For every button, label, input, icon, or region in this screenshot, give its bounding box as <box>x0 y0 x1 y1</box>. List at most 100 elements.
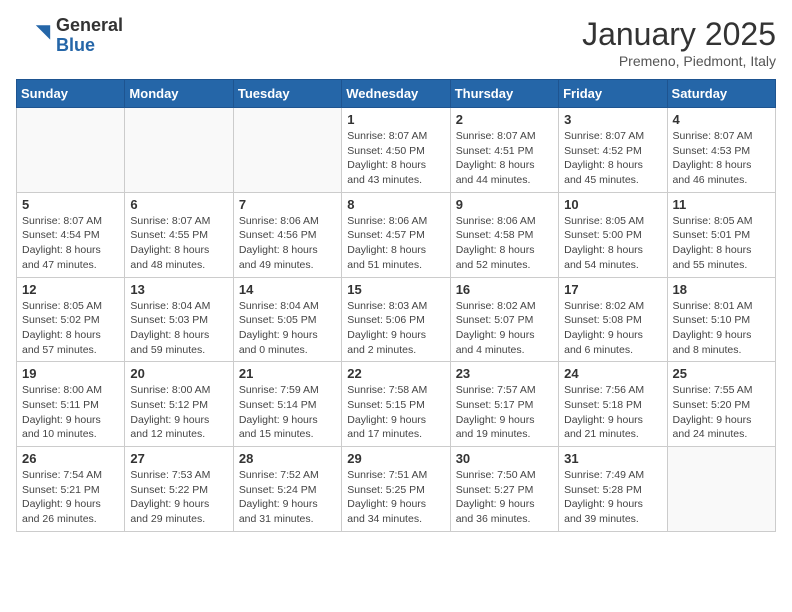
calendar-cell: 12Sunrise: 8:05 AM Sunset: 5:02 PM Dayli… <box>17 277 125 362</box>
day-info: Sunrise: 8:07 AM Sunset: 4:52 PM Dayligh… <box>564 129 661 188</box>
day-number: 13 <box>130 282 227 297</box>
logo-text: General Blue <box>56 16 123 56</box>
day-number: 22 <box>347 366 444 381</box>
logo-icon <box>16 18 52 54</box>
calendar-cell: 24 Sunrise: 7:56 AM Sunset: 5:18 PM Dayli… <box>559 362 667 447</box>
day-info: Sunrise: 7:55 AM Sunset: 5:20 PM Dayligh… <box>673 383 770 442</box>
calendar-cell: 25 Sunrise: 7:55 AM Sunset: 5:20 PM Dayli… <box>667 362 775 447</box>
day-info: Sunrise: 8:05 AM Sunset: 5:02 PM Dayligh… <box>22 299 119 358</box>
day-info: Sunrise: 8:07 AM Sunset: 4:55 PM Dayligh… <box>130 214 227 273</box>
calendar-cell: 9 Sunrise: 8:06 AM Sunset: 4:58 PM Daylig… <box>450 192 558 277</box>
calendar-cell: 5Sunrise: 8:07 AM Sunset: 4:54 PM Daylig… <box>17 192 125 277</box>
day-info: Sunrise: 8:00 AM Sunset: 5:12 PM Dayligh… <box>130 383 227 442</box>
calendar-cell: 19 Sunrise: 8:00 AM Sunset: 5:11 PM Dayli… <box>17 362 125 447</box>
page-header: General Blue January 2025 Premeno, Piedm… <box>16 16 776 69</box>
day-info: Sunrise: 8:03 AM Sunset: 5:06 PM Dayligh… <box>347 299 444 358</box>
calendar-cell <box>667 447 775 532</box>
day-number: 16 <box>456 282 553 297</box>
calendar-cell: 14 Sunrise: 8:04 AM Sunset: 5:05 PM Dayli… <box>233 277 341 362</box>
logo-general: General <box>56 16 123 36</box>
day-info: Sunrise: 7:56 AM Sunset: 5:18 PM Dayligh… <box>564 383 661 442</box>
month-title: January 2025 <box>582 16 776 53</box>
calendar-cell: 16 Sunrise: 8:02 AM Sunset: 5:07 PM Dayli… <box>450 277 558 362</box>
day-number: 24 <box>564 366 661 381</box>
calendar-cell <box>17 108 125 193</box>
calendar-table: SundayMondayTuesdayWednesdayThursdayFrid… <box>16 79 776 532</box>
day-number: 20 <box>130 366 227 381</box>
calendar-cell: 11Sunrise: 8:05 AM Sunset: 5:01 PM Dayli… <box>667 192 775 277</box>
day-info: Sunrise: 7:49 AM Sunset: 5:28 PM Dayligh… <box>564 468 661 527</box>
day-info: Sunrise: 7:59 AM Sunset: 5:14 PM Dayligh… <box>239 383 336 442</box>
day-info: Sunrise: 7:57 AM Sunset: 5:17 PM Dayligh… <box>456 383 553 442</box>
day-info: Sunrise: 7:58 AM Sunset: 5:15 PM Dayligh… <box>347 383 444 442</box>
calendar-cell: 30Sunrise: 7:50 AM Sunset: 5:27 PM Dayli… <box>450 447 558 532</box>
calendar-cell: 4Sunrise: 8:07 AM Sunset: 4:53 PM Daylig… <box>667 108 775 193</box>
day-number: 14 <box>239 282 336 297</box>
calendar-cell: 23 Sunrise: 7:57 AM Sunset: 5:17 PM Dayli… <box>450 362 558 447</box>
day-info: Sunrise: 8:07 AM Sunset: 4:50 PM Dayligh… <box>347 129 444 188</box>
logo-blue: Blue <box>56 36 123 56</box>
day-info: Sunrise: 8:01 AM Sunset: 5:10 PM Dayligh… <box>673 299 770 358</box>
day-number: 4 <box>673 112 770 127</box>
day-info: Sunrise: 8:02 AM Sunset: 5:07 PM Dayligh… <box>456 299 553 358</box>
day-info: Sunrise: 7:51 AM Sunset: 5:25 PM Dayligh… <box>347 468 444 527</box>
day-number: 25 <box>673 366 770 381</box>
calendar-cell: 20 Sunrise: 8:00 AM Sunset: 5:12 PM Dayli… <box>125 362 233 447</box>
calendar-cell: 21 Sunrise: 7:59 AM Sunset: 5:14 PM Dayli… <box>233 362 341 447</box>
day-number: 26 <box>22 451 119 466</box>
col-header-sunday: Sunday <box>17 80 125 108</box>
calendar-cell: 17 Sunrise: 8:02 AM Sunset: 5:08 PM Dayli… <box>559 277 667 362</box>
col-header-friday: Friday <box>559 80 667 108</box>
day-number: 10 <box>564 197 661 212</box>
calendar-cell: 3Sunrise: 8:07 AM Sunset: 4:52 PM Daylig… <box>559 108 667 193</box>
day-number: 17 <box>564 282 661 297</box>
calendar-cell: 22 Sunrise: 7:58 AM Sunset: 5:15 PM Dayli… <box>342 362 450 447</box>
day-number: 15 <box>347 282 444 297</box>
col-header-thursday: Thursday <box>450 80 558 108</box>
location-subtitle: Premeno, Piedmont, Italy <box>582 53 776 69</box>
calendar-cell: 8 Sunrise: 8:06 AM Sunset: 4:57 PM Daylig… <box>342 192 450 277</box>
day-info: Sunrise: 7:52 AM Sunset: 5:24 PM Dayligh… <box>239 468 336 527</box>
day-number: 1 <box>347 112 444 127</box>
calendar-cell: 2 Sunrise: 8:07 AM Sunset: 4:51 PM Daylig… <box>450 108 558 193</box>
day-number: 21 <box>239 366 336 381</box>
day-number: 8 <box>347 197 444 212</box>
day-info: Sunrise: 8:05 AM Sunset: 5:00 PM Dayligh… <box>564 214 661 273</box>
day-info: Sunrise: 8:06 AM Sunset: 4:57 PM Dayligh… <box>347 214 444 273</box>
day-info: Sunrise: 8:00 AM Sunset: 5:11 PM Dayligh… <box>22 383 119 442</box>
day-number: 11 <box>673 197 770 212</box>
day-number: 7 <box>239 197 336 212</box>
day-number: 9 <box>456 197 553 212</box>
day-number: 28 <box>239 451 336 466</box>
calendar-cell: 18 Sunrise: 8:01 AM Sunset: 5:10 PM Dayli… <box>667 277 775 362</box>
col-header-tuesday: Tuesday <box>233 80 341 108</box>
day-info: Sunrise: 8:07 AM Sunset: 4:51 PM Dayligh… <box>456 129 553 188</box>
day-info: Sunrise: 8:02 AM Sunset: 5:08 PM Dayligh… <box>564 299 661 358</box>
calendar-cell: 6Sunrise: 8:07 AM Sunset: 4:55 PM Daylig… <box>125 192 233 277</box>
calendar-cell: 29 Sunrise: 7:51 AM Sunset: 5:25 PM Dayli… <box>342 447 450 532</box>
col-header-wednesday: Wednesday <box>342 80 450 108</box>
calendar-cell: 1 Sunrise: 8:07 AM Sunset: 4:50 PM Daylig… <box>342 108 450 193</box>
calendar-week-3: 12Sunrise: 8:05 AM Sunset: 5:02 PM Dayli… <box>17 277 776 362</box>
col-header-saturday: Saturday <box>667 80 775 108</box>
day-number: 27 <box>130 451 227 466</box>
col-header-monday: Monday <box>125 80 233 108</box>
calendar-cell <box>125 108 233 193</box>
calendar-cell: 28 Sunrise: 7:52 AM Sunset: 5:24 PM Dayli… <box>233 447 341 532</box>
day-info: Sunrise: 7:50 AM Sunset: 5:27 PM Dayligh… <box>456 468 553 527</box>
calendar-cell: 13Sunrise: 8:04 AM Sunset: 5:03 PM Dayli… <box>125 277 233 362</box>
day-number: 23 <box>456 366 553 381</box>
day-info: Sunrise: 8:06 AM Sunset: 4:58 PM Dayligh… <box>456 214 553 273</box>
day-number: 29 <box>347 451 444 466</box>
day-info: Sunrise: 8:04 AM Sunset: 5:05 PM Dayligh… <box>239 299 336 358</box>
day-number: 2 <box>456 112 553 127</box>
day-info: Sunrise: 7:53 AM Sunset: 5:22 PM Dayligh… <box>130 468 227 527</box>
day-number: 18 <box>673 282 770 297</box>
calendar-week-2: 5Sunrise: 8:07 AM Sunset: 4:54 PM Daylig… <box>17 192 776 277</box>
day-number: 19 <box>22 366 119 381</box>
day-info: Sunrise: 7:54 AM Sunset: 5:21 PM Dayligh… <box>22 468 119 527</box>
calendar-cell: 7 Sunrise: 8:06 AM Sunset: 4:56 PM Daylig… <box>233 192 341 277</box>
day-number: 5 <box>22 197 119 212</box>
day-info: Sunrise: 8:06 AM Sunset: 4:56 PM Dayligh… <box>239 214 336 273</box>
calendar-header-row: SundayMondayTuesdayWednesdayThursdayFrid… <box>17 80 776 108</box>
